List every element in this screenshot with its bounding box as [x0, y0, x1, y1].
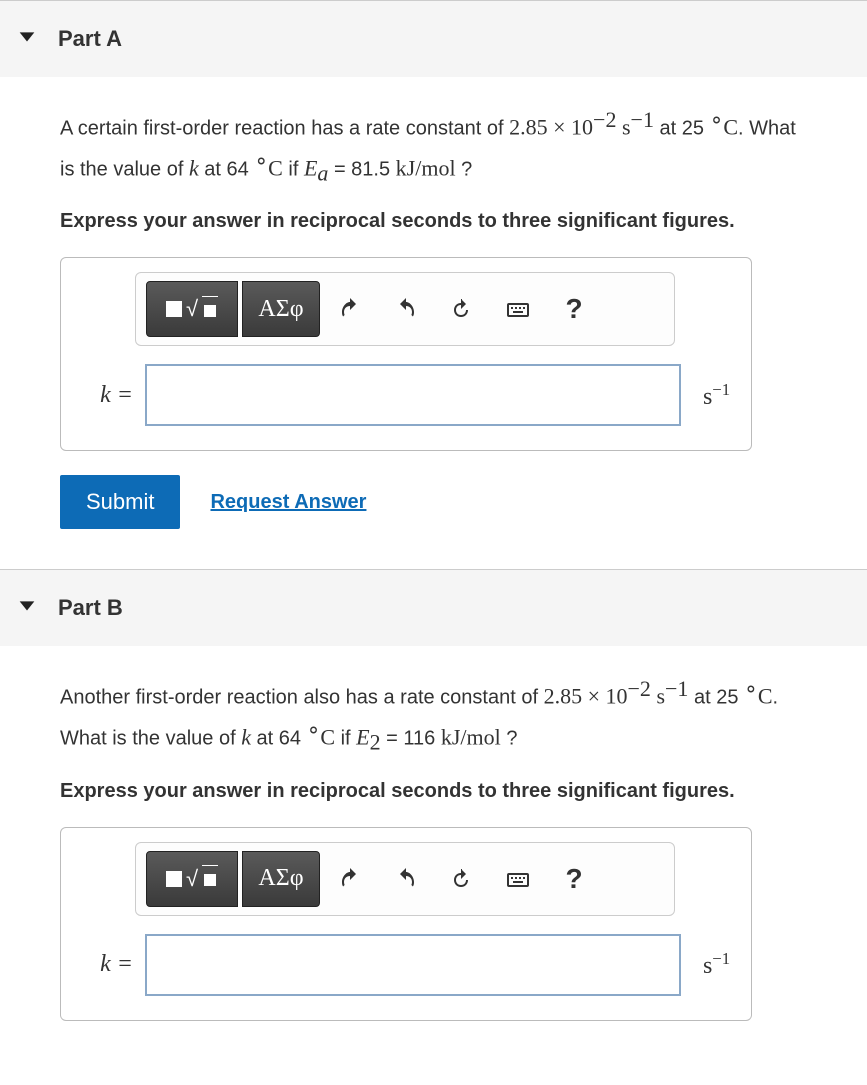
unit: kJ/mol — [441, 725, 501, 750]
redo-icon[interactable] — [380, 281, 432, 337]
unit: kJ/mol — [396, 155, 456, 180]
celsius: C — [723, 115, 738, 140]
celsius: C — [758, 684, 773, 709]
equation-toolbar: √ ΑΣφ ? — [135, 842, 675, 916]
undo-icon[interactable] — [324, 851, 376, 907]
part-a-instruction: Express your answer in reciprocal second… — [60, 207, 807, 235]
answer-input[interactable] — [145, 364, 681, 426]
part-b-header: Part B — [0, 569, 867, 646]
text: if — [335, 728, 356, 750]
var-label: k = — [87, 382, 133, 409]
unit-label: s−1 — [703, 949, 730, 980]
text: ? — [456, 158, 473, 180]
keyboard-icon[interactable] — [492, 851, 544, 907]
greek-button[interactable]: ΑΣφ — [242, 851, 320, 907]
celsius: C — [268, 155, 283, 180]
text: at 64 — [251, 728, 307, 750]
text: at 25 — [654, 118, 710, 140]
text: at 25 — [688, 687, 744, 709]
keyboard-icon[interactable] — [492, 281, 544, 337]
var-label: k = — [87, 951, 133, 978]
part-a-answer-box: √ ΑΣφ ? k = s−1 — [60, 257, 752, 451]
part-a-actions: Submit Request Answer — [60, 475, 807, 529]
reset-icon[interactable] — [436, 281, 488, 337]
sub: 2 — [370, 730, 381, 755]
text: = 116 — [381, 728, 441, 750]
rate-constant: 2.85 × 10 — [544, 684, 628, 709]
answer-row: k = s−1 — [75, 934, 737, 996]
part-b-instruction: Express your answer in reciprocal second… — [60, 777, 807, 805]
var-e: E — [304, 155, 317, 180]
deg: ∘ — [710, 107, 724, 132]
unit: s — [656, 684, 665, 709]
part-a-body: A certain first-order reaction has a rat… — [0, 77, 867, 569]
part-b-title: Part B — [58, 595, 123, 621]
unit: s — [622, 115, 631, 140]
answer-input[interactable] — [145, 934, 681, 996]
sub: a — [317, 160, 328, 185]
exp: −2 — [628, 676, 651, 701]
deg: ∘ — [307, 717, 321, 742]
deg: ∘ — [254, 148, 268, 173]
exp: −1 — [665, 676, 688, 701]
part-a-header: Part A — [0, 0, 867, 77]
text: at 64 — [199, 158, 255, 180]
var-e: E — [356, 725, 369, 750]
part-b-body: Another first-order reaction also has a … — [0, 646, 867, 1084]
text: Another first-order reaction also has a … — [60, 687, 544, 709]
text: ? — [501, 728, 518, 750]
part-a-question: A certain first-order reaction has a rat… — [60, 103, 807, 189]
caret-down-icon[interactable] — [16, 25, 38, 53]
text: if — [283, 158, 304, 180]
part-a-title: Part A — [58, 26, 122, 52]
templates-button[interactable]: √ — [146, 851, 238, 907]
rate-constant: 2.85 × 10 — [509, 115, 593, 140]
deg: ∘ — [744, 676, 758, 701]
part-b-question: Another first-order reaction also has a … — [60, 672, 807, 758]
redo-icon[interactable] — [380, 851, 432, 907]
part-b-answer-box: √ ΑΣφ ? k = s−1 — [60, 827, 752, 1021]
reset-icon[interactable] — [436, 851, 488, 907]
text: A certain first-order reaction has a rat… — [60, 118, 509, 140]
equation-toolbar: √ ΑΣφ ? — [135, 272, 675, 346]
submit-button[interactable]: Submit — [60, 475, 180, 529]
exp: −2 — [593, 107, 616, 132]
celsius: C — [320, 725, 335, 750]
greek-button[interactable]: ΑΣφ — [242, 281, 320, 337]
var-k: k — [189, 155, 199, 180]
help-icon[interactable]: ? — [548, 851, 600, 907]
request-answer-link[interactable]: Request Answer — [210, 491, 366, 514]
answer-row: k = s−1 — [75, 364, 737, 426]
templates-button[interactable]: √ — [146, 281, 238, 337]
text: = 81.5 — [328, 158, 395, 180]
var-k: k — [241, 725, 251, 750]
caret-down-icon[interactable] — [16, 594, 38, 622]
help-icon[interactable]: ? — [548, 281, 600, 337]
undo-icon[interactable] — [324, 281, 376, 337]
exp: −1 — [631, 107, 654, 132]
unit-label: s−1 — [703, 380, 730, 411]
